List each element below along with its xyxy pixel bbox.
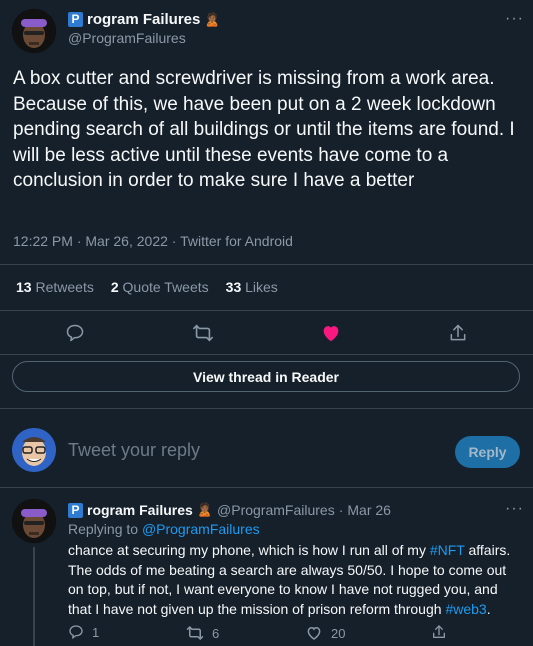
retweets-stat[interactable]: 13 Retweets [16, 279, 94, 295]
thread-connector-line [33, 547, 35, 646]
tweet-meta: 12:22 PM · Mar 26, 2022 · Twitter for An… [13, 233, 293, 249]
engagement-stats: 13 Retweets 2 Quote Tweets 33 Likes [16, 279, 278, 295]
p-badge-icon: P [68, 502, 83, 518]
p-badge-icon: P [68, 12, 83, 27]
divider [0, 310, 533, 311]
author-name-row[interactable]: P rogram Failures 🙎🏾 [68, 11, 221, 28]
author-avatar[interactable] [12, 9, 56, 53]
user-avatar [12, 428, 56, 472]
author-handle[interactable]: @ProgramFailures [68, 30, 186, 46]
replying-to: Replying to @ProgramFailures [68, 521, 260, 537]
hashtag-nft[interactable]: #NFT [430, 542, 465, 558]
quote-tweets-stat[interactable]: 2 Quote Tweets [111, 279, 209, 295]
reply-author-handle[interactable]: @ProgramFailures [217, 502, 335, 518]
author-display-name[interactable]: rogram Failures [87, 11, 200, 28]
hashtag-web3[interactable]: #web3 [445, 601, 486, 617]
retweet-icon [186, 624, 204, 642]
share-icon[interactable] [445, 320, 471, 346]
reply-reply-action[interactable]: 1 [68, 624, 99, 640]
reply-retweet-action[interactable]: 6 [186, 624, 219, 642]
reply-input[interactable]: Tweet your reply [68, 440, 428, 461]
more-options-icon[interactable]: ··· [505, 10, 524, 28]
person-emoji-icon: 🙎🏾 [204, 11, 221, 27]
reply-icon [68, 624, 84, 640]
reply-like-action[interactable]: 20 [305, 624, 345, 642]
reply-count: 1 [92, 624, 100, 640]
view-thread-button[interactable]: View thread in Reader [12, 361, 520, 392]
tweet-time[interactable]: 12:22 PM [13, 233, 73, 249]
like-count: 20 [331, 625, 346, 641]
likes-stat[interactable]: 33 Likes [226, 279, 278, 295]
divider [0, 354, 533, 355]
reply-icon[interactable] [62, 320, 88, 346]
person-emoji-icon: 🙎🏾 [196, 502, 214, 517]
reply-more-options-icon[interactable]: ··· [505, 500, 524, 518]
reply-share-action[interactable] [431, 624, 447, 640]
divider [0, 264, 533, 265]
replying-to-link[interactable]: @ProgramFailures [142, 521, 260, 537]
divider [0, 408, 533, 409]
like-filled-icon[interactable] [318, 320, 344, 346]
reply-author-avatar[interactable] [12, 499, 56, 543]
tweet-text: A box cutter and screwdriver is missing … [13, 68, 515, 191]
divider [0, 487, 533, 488]
tweet-date[interactable]: Mar 26, 2022 [85, 233, 168, 249]
reply-author-row[interactable]: P rogram Failures 🙎🏾 @ProgramFailures · … [68, 502, 391, 518]
reply-text: chance at securing my phone, which is ho… [68, 542, 511, 617]
retweet-count: 6 [212, 625, 220, 641]
reply-author-name[interactable]: rogram Failures [87, 502, 193, 518]
share-icon [431, 624, 447, 640]
like-icon [305, 624, 323, 642]
retweet-icon[interactable] [190, 320, 216, 346]
reply-button[interactable]: Reply [455, 436, 520, 468]
tweet-source[interactable]: Twitter for Android [180, 233, 293, 249]
reply-date[interactable]: Mar 26 [347, 502, 391, 518]
